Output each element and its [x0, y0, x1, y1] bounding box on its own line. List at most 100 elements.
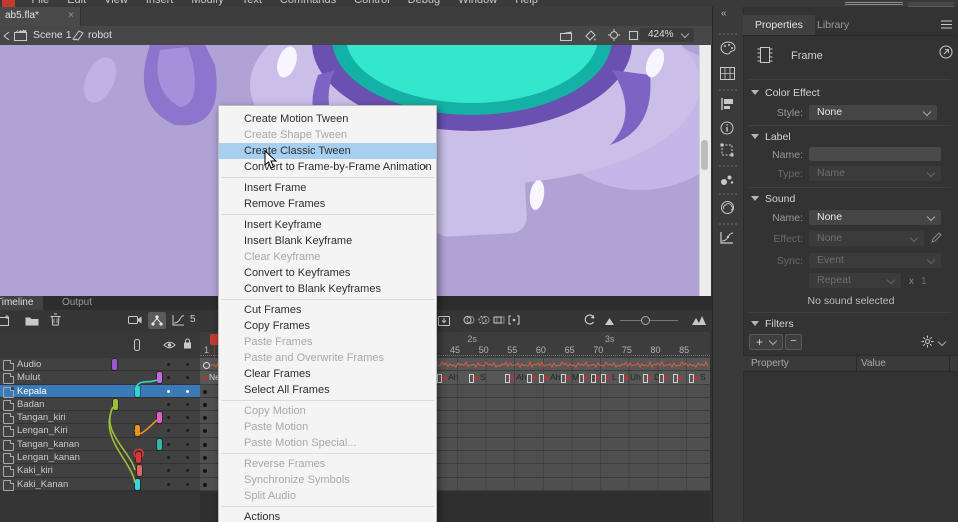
menu-edit[interactable]: Edit	[58, 0, 95, 7]
center-frame-icon[interactable]	[437, 314, 451, 327]
sound-name-select[interactable]: None	[809, 210, 941, 225]
menu-item-actions[interactable]: Actions	[219, 509, 436, 522]
onion-skin-outline-icon[interactable]	[478, 315, 490, 325]
visibility-dot[interactable]	[167, 363, 170, 366]
tab-timeline[interactable]: Timeline	[0, 296, 43, 310]
back-arrow-icon[interactable]	[3, 32, 10, 40]
symbol-breadcrumb[interactable]: robot	[88, 29, 112, 41]
parent-marker[interactable]	[112, 359, 117, 370]
paint-fill-icon[interactable]	[584, 29, 597, 41]
menu-item-select-all-frames[interactable]: Select All Frames	[219, 382, 436, 398]
marker-range-icon[interactable]	[508, 315, 520, 325]
lock-dot[interactable]	[186, 429, 189, 432]
menu-item-insert-frame[interactable]: Insert Frame	[219, 180, 436, 196]
section-color-effect[interactable]: Color Effect	[751, 87, 820, 99]
lock-dot[interactable]	[186, 376, 189, 379]
menu-item-copy-frames[interactable]: Copy Frames	[219, 318, 436, 334]
align-panel-icon[interactable]	[720, 97, 734, 116]
new-folder-icon[interactable]	[25, 315, 39, 326]
lock-dot[interactable]	[186, 469, 189, 472]
label-name-input[interactable]	[809, 147, 941, 161]
edit-clapper-icon[interactable]	[560, 30, 573, 41]
transform-panel-icon[interactable]	[720, 143, 734, 162]
layer-row-tangan_kanan[interactable]: Tangan_kanan	[0, 438, 200, 451]
visibility-dot[interactable]	[167, 456, 170, 459]
layer-row-kaki_kiri[interactable]: Kaki_kiri	[0, 464, 200, 477]
remove-filter-button[interactable]: −	[785, 334, 802, 350]
menu-debug[interactable]: Debug	[399, 0, 449, 7]
lock-dot[interactable]	[186, 416, 189, 419]
motion-editor-panel-icon[interactable]	[720, 231, 734, 249]
menu-modify[interactable]: Modify	[182, 0, 232, 7]
layer-row-kepala[interactable]: Kepala	[0, 385, 200, 398]
menu-item-create-classic-tween[interactable]: Create Classic Tween	[219, 143, 436, 159]
parent-marker[interactable]	[135, 479, 140, 490]
expand-arrow-icon[interactable]	[939, 45, 953, 59]
workspace-switcher[interactable]	[845, 0, 903, 7]
menu-item-convert-to-keyframes[interactable]: Convert to Keyframes	[219, 265, 436, 281]
lock-dot[interactable]	[186, 443, 189, 446]
layer-row-lengan_kiri[interactable]: Lengan_Kiri	[0, 424, 200, 437]
menu-item-remove-frames[interactable]: Remove Frames	[219, 196, 436, 212]
menu-text[interactable]: Text	[233, 0, 271, 7]
timeline-zoom-slider-knob[interactable]	[641, 316, 650, 325]
lock-dot[interactable]	[186, 363, 189, 366]
loop-playback-icon[interactable]	[583, 314, 596, 326]
collapse-panels-icon[interactable]: «	[721, 8, 727, 19]
menu-commands[interactable]: Commands	[271, 0, 345, 7]
menu-item-create-motion-tween[interactable]: Create Motion Tween	[219, 111, 436, 127]
color-panel-icon[interactable]	[720, 41, 736, 60]
close-tab-icon[interactable]: ×	[68, 10, 74, 21]
brush-library-panel-icon[interactable]	[720, 173, 734, 191]
parent-marker[interactable]	[137, 465, 142, 476]
clip-bounds-icon[interactable]	[628, 30, 639, 41]
parent-marker[interactable]	[157, 439, 162, 450]
section-filters[interactable]: Filters	[751, 318, 794, 330]
filter-options-button[interactable]	[921, 335, 934, 348]
parent-marker[interactable]	[135, 425, 140, 436]
visibility-dot[interactable]	[167, 390, 170, 393]
menu-item-insert-blank-keyframe[interactable]: Insert Blank Keyframe	[219, 233, 436, 249]
stage-vscrollbar-thumb[interactable]	[701, 140, 708, 170]
document-tab[interactable]: ab5.fla* ×	[0, 7, 81, 26]
edit-sound-envelope-pencil-icon[interactable]	[931, 232, 942, 243]
parent-marker[interactable]	[135, 386, 140, 397]
lock-dot[interactable]	[186, 403, 189, 406]
swatches-panel-icon[interactable]	[720, 67, 735, 85]
menu-window[interactable]: Window	[449, 0, 506, 7]
section-sound[interactable]: Sound	[751, 193, 795, 205]
zoom-in-timeline-icon[interactable]	[692, 316, 706, 325]
layer-row-tangan_kiri[interactable]: Tangan_kiri	[0, 411, 200, 424]
menu-help[interactable]: Help	[506, 0, 547, 7]
layer-row-mulut[interactable]: Mulut	[0, 371, 200, 384]
menu-item-insert-keyframe[interactable]: Insert Keyframe	[219, 217, 436, 233]
visibility-dot[interactable]	[167, 443, 170, 446]
tab-library[interactable]: Library	[805, 15, 861, 35]
menu-view[interactable]: View	[95, 0, 137, 7]
parent-marker[interactable]	[136, 452, 141, 463]
visibility-dot[interactable]	[167, 469, 170, 472]
new-layer-icon[interactable]	[0, 314, 11, 327]
menu-item-clear-frames[interactable]: Clear Frames	[219, 366, 436, 382]
stage-vscrollbar[interactable]	[699, 45, 711, 296]
visibility-dot[interactable]	[167, 376, 170, 379]
lock-dot[interactable]	[186, 390, 189, 393]
parent-marker[interactable]	[157, 412, 162, 423]
info-panel-icon[interactable]	[720, 121, 734, 140]
lock-dot[interactable]	[186, 456, 189, 459]
section-label[interactable]: Label	[751, 131, 791, 143]
parent-marker[interactable]	[113, 399, 118, 410]
onion-skin-icon[interactable]	[463, 315, 475, 325]
camera-icon[interactable]	[128, 315, 142, 325]
menu-insert[interactable]: Insert	[137, 0, 183, 7]
graph-editor-icon[interactable]	[172, 314, 185, 326]
style-select[interactable]: None	[809, 105, 937, 120]
layer-row-kaki_kanan[interactable]: Kaki_Kanan	[0, 478, 200, 491]
visibility-dot[interactable]	[167, 483, 170, 486]
tab-output[interactable]: Output	[52, 296, 102, 310]
creative-cloud-panel-icon[interactable]	[720, 201, 735, 219]
layer-row-lengan_kanan[interactable]: Lengan_kanan	[0, 451, 200, 464]
crosshair-icon[interactable]	[608, 29, 620, 41]
scene-breadcrumb[interactable]: Scene 1	[33, 29, 72, 41]
visibility-dot[interactable]	[167, 429, 170, 432]
